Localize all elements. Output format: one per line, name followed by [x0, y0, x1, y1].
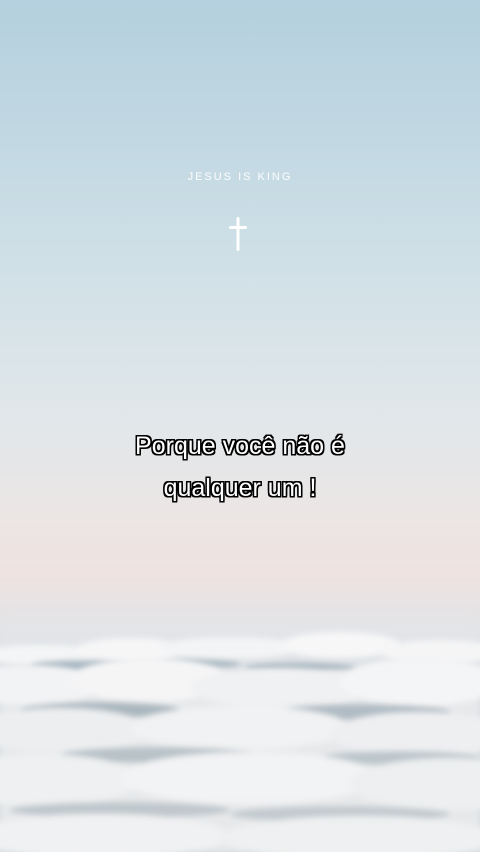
- background-image: JESUS IS KING Porque você não é qualquer…: [0, 0, 480, 852]
- cross-icon: [229, 217, 247, 251]
- caption-line-1: Porque você não é: [135, 432, 345, 460]
- cloud-layer: [0, 620, 480, 852]
- brand-label: JESUS IS KING: [187, 171, 293, 183]
- caption-line-2: qualquer um !: [163, 474, 317, 502]
- caption-text: Porque você não é qualquer um !: [0, 425, 480, 509]
